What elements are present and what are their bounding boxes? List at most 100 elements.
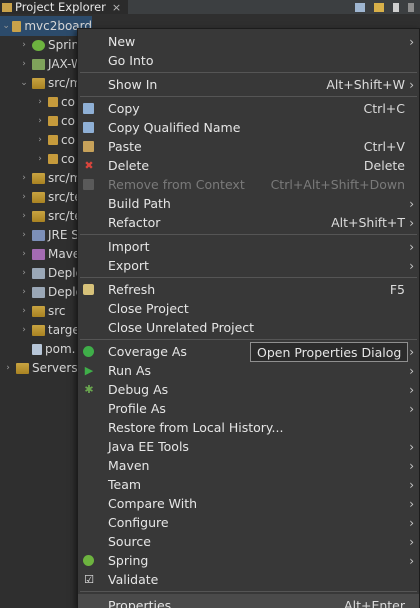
- deployed-resources-icon: [32, 267, 45, 279]
- view-toolbar: Project Explorer ×: [0, 0, 420, 14]
- menu-item-export[interactable]: Export ›: [78, 256, 419, 275]
- menu-item-configure[interactable]: Configure ›: [78, 513, 419, 532]
- collapsed-chevron-icon[interactable]: ›: [18, 173, 30, 183]
- tree-item-label: co: [61, 95, 75, 109]
- collapsed-chevron-icon[interactable]: ›: [34, 135, 46, 145]
- menu-item-run-as[interactable]: ▶ Run As ›: [78, 361, 419, 380]
- tree-item[interactable]: › JRE S: [0, 225, 79, 245]
- menu-item-label: Restore from Local History...: [108, 420, 284, 435]
- menu-item-refresh[interactable]: Refresh F5: [78, 280, 419, 299]
- submenu-arrow-icon: ›: [409, 401, 414, 416]
- tree-item[interactable]: › targe: [0, 320, 80, 340]
- collapsed-chevron-icon[interactable]: ›: [18, 249, 30, 259]
- package-icon: [48, 135, 58, 145]
- collapsed-chevron-icon[interactable]: ›: [18, 211, 30, 221]
- shortcut-label: Alt+Enter: [344, 597, 405, 608]
- tree-item[interactable]: › co: [0, 130, 75, 150]
- menu-item-java-ee-tools[interactable]: Java EE Tools ›: [78, 437, 419, 456]
- menu-item-label: Show In: [108, 77, 158, 92]
- shortcut-label: Alt+Shift+T: [331, 215, 405, 230]
- tree-item[interactable]: › Mave: [0, 244, 80, 264]
- project-icon: [12, 20, 22, 32]
- expanded-chevron-icon[interactable]: ⌄: [2, 21, 10, 31]
- collapsed-chevron-icon[interactable]: ›: [18, 59, 30, 69]
- menu-item-delete[interactable]: ✖ Delete Delete: [78, 156, 419, 175]
- tree-item[interactable]: › co: [0, 111, 75, 131]
- tree-item-label: targe: [48, 323, 80, 337]
- shortcut-label: F5: [389, 282, 405, 297]
- menu-item-copy[interactable]: Copy Ctrl+C: [78, 99, 419, 118]
- collapsed-chevron-icon[interactable]: ›: [18, 287, 30, 297]
- menu-item-refactor[interactable]: Refactor Alt+Shift+T ›: [78, 213, 419, 232]
- menu-item-new[interactable]: New ›: [78, 32, 419, 51]
- menu-item-label: Spring: [108, 553, 149, 568]
- collapsed-chevron-icon[interactable]: ›: [2, 363, 14, 373]
- menu-separator: [80, 277, 417, 278]
- source-folder-icon: [32, 191, 45, 203]
- menu-item-paste[interactable]: Paste Ctrl+V: [78, 137, 419, 156]
- view-menu-icon[interactable]: [408, 2, 414, 12]
- folder-icon: [32, 305, 45, 317]
- tree-item[interactable]: › Deplo: [0, 263, 83, 283]
- collapsed-chevron-icon[interactable]: ›: [34, 116, 46, 126]
- focus-icon[interactable]: [393, 2, 399, 12]
- tree-item[interactable]: › JAX-W: [0, 54, 83, 74]
- menu-item-restore-from-local-history[interactable]: Restore from Local History...: [78, 418, 419, 437]
- menu-item-source[interactable]: Source ›: [78, 532, 419, 551]
- collapse-all-icon[interactable]: [355, 2, 365, 12]
- menu-item-profile-as[interactable]: Profile As ›: [78, 399, 419, 418]
- tree-item[interactable]: ⌄ src/m: [0, 73, 81, 93]
- menu-item-build-path[interactable]: Build Path ›: [78, 194, 419, 213]
- expanded-chevron-icon[interactable]: ⌄: [18, 78, 30, 88]
- menu-item-compare-with[interactable]: Compare With ›: [78, 494, 419, 513]
- link-with-editor-icon[interactable]: [374, 2, 384, 12]
- tree-item[interactable]: › Servers: [0, 358, 77, 378]
- collapsed-chevron-icon[interactable]: ›: [18, 268, 30, 278]
- collapsed-chevron-icon[interactable]: ›: [18, 230, 30, 240]
- menu-item-close-unrelated-project[interactable]: Close Unrelated Project: [78, 318, 419, 337]
- menu-item-team[interactable]: Team ›: [78, 475, 419, 494]
- menu-item-label: Compare With: [108, 496, 198, 511]
- menu-item-label: Refresh: [108, 282, 156, 297]
- tree-item[interactable]: › co: [0, 92, 75, 112]
- tree-item[interactable]: › Deplo: [0, 282, 83, 302]
- tree-item[interactable]: › src/te: [0, 187, 81, 207]
- menu-item-show-in[interactable]: Show In Alt+Shift+W ›: [78, 75, 419, 94]
- collapsed-chevron-icon[interactable]: ›: [18, 192, 30, 202]
- menu-item-label: Remove from Context: [108, 177, 245, 192]
- menu-item-debug-as[interactable]: ✱ Debug As ›: [78, 380, 419, 399]
- project-explorer-icon: [2, 2, 12, 12]
- tree-item[interactable]: › Sprin: [0, 35, 79, 55]
- project-explorer-tab[interactable]: Project Explorer ×: [0, 0, 128, 14]
- collapsed-chevron-icon[interactable]: ›: [18, 306, 30, 316]
- menu-item-label: Debug As: [108, 382, 169, 397]
- tree-item[interactable]: › src: [0, 301, 65, 321]
- package-icon: [48, 154, 58, 164]
- menu-item-close-project[interactable]: Close Project: [78, 299, 419, 318]
- submenu-arrow-icon: ›: [409, 439, 414, 454]
- close-tab-icon[interactable]: ×: [112, 1, 121, 14]
- menu-item-spring[interactable]: Spring ›: [78, 551, 419, 570]
- menu-item-go-into[interactable]: Go Into: [78, 51, 419, 70]
- tree-item-label: Mave: [48, 247, 81, 261]
- shortcut-label: Delete: [363, 158, 405, 173]
- submenu-arrow-icon: ›: [409, 77, 414, 92]
- menu-item-validate[interactable]: ☑ Validate: [78, 570, 419, 589]
- tree-item-label: co: [61, 114, 75, 128]
- menu-item-label: Copy: [108, 101, 140, 116]
- collapsed-chevron-icon[interactable]: ›: [18, 325, 30, 335]
- menu-item-maven[interactable]: Maven ›: [78, 456, 419, 475]
- shortcut-label: Alt+Shift+W: [326, 77, 405, 92]
- tree-item[interactable]: › co: [0, 149, 75, 169]
- menu-item-copy-qualified-name[interactable]: Copy Qualified Name: [78, 118, 419, 137]
- source-folder-icon: [32, 172, 45, 184]
- tree-item[interactable]: pom.: [0, 339, 75, 359]
- tree-item[interactable]: › src/m: [0, 168, 81, 188]
- collapsed-chevron-icon[interactable]: ›: [18, 40, 30, 50]
- menu-item-properties[interactable]: Properties Alt+Enter: [78, 594, 419, 608]
- tree-item-label: JRE S: [48, 228, 79, 242]
- tree-item[interactable]: › src/te: [0, 206, 81, 226]
- collapsed-chevron-icon[interactable]: ›: [34, 97, 46, 107]
- menu-item-import[interactable]: Import ›: [78, 237, 419, 256]
- collapsed-chevron-icon[interactable]: ›: [34, 154, 46, 164]
